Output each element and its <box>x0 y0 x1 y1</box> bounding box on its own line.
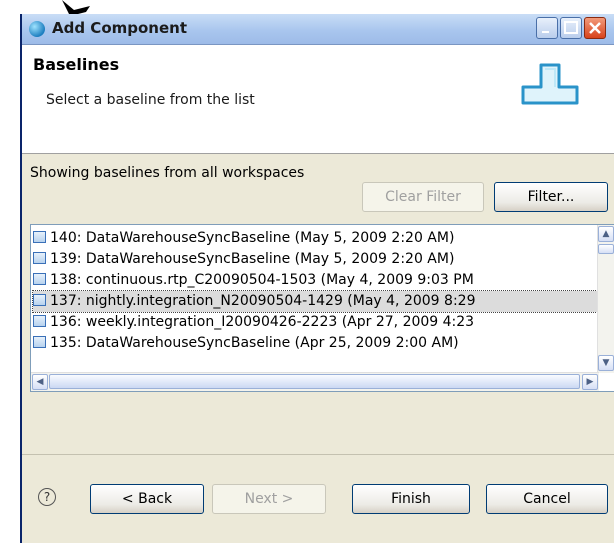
baseline-banner-icon <box>521 63 579 105</box>
vertical-scrollbar[interactable]: ▲ ▼ <box>597 225 614 373</box>
filter-button[interactable]: Filter... <box>494 182 608 212</box>
help-icon[interactable]: ? <box>38 488 56 506</box>
page-title: Baselines <box>33 55 120 74</box>
add-component-dialog: Add Component Baselines Select a baselin… <box>20 14 614 543</box>
clear-filter-button[interactable]: Clear Filter <box>362 182 484 212</box>
baseline-icon <box>33 231 46 243</box>
baseline-list-item[interactable]: 136: weekly.integration_I20090426-2223 (… <box>33 312 613 333</box>
scroll-thumb[interactable] <box>598 244 614 254</box>
filter-label: Filter... <box>527 189 575 205</box>
horizontal-scrollbar[interactable]: ◀ ▶ <box>31 372 599 391</box>
baseline-list-item[interactable]: 138: continuous.rtp_C20090504-1503 (May … <box>33 270 613 291</box>
next-button[interactable]: Next > <box>212 484 326 514</box>
close-icon <box>589 22 601 34</box>
baseline-label: 139: DataWarehouseSyncBaseline (May 5, 2… <box>50 251 455 267</box>
title-bar[interactable]: Add Component <box>22 14 614 45</box>
footer-divider <box>22 454 614 455</box>
baseline-list-item[interactable]: 139: DataWarehouseSyncBaseline (May 5, 2… <box>33 249 613 270</box>
baseline-list-item[interactable]: 137: nightly.integration_N20090504-1429 … <box>32 290 614 313</box>
close-button[interactable] <box>584 17 606 39</box>
next-label: Next > <box>244 491 294 507</box>
baseline-icon <box>33 294 46 306</box>
baseline-list[interactable]: 140: DataWarehouseSyncBaseline (May 5, 2… <box>30 224 614 392</box>
baseline-label: 140: DataWarehouseSyncBaseline (May 5, 2… <box>50 230 455 246</box>
scroll-down-icon[interactable]: ▼ <box>598 355 614 371</box>
scroll-right-icon[interactable]: ▶ <box>582 374 598 390</box>
clear-filter-label: Clear Filter <box>385 189 461 205</box>
baseline-icon <box>33 315 46 327</box>
baseline-label: 135: DataWarehouseSyncBaseline (Apr 25, … <box>50 335 459 351</box>
cancel-button[interactable]: Cancel <box>486 484 608 514</box>
back-label: < Back <box>121 491 173 507</box>
component-icon <box>29 21 45 37</box>
back-button[interactable]: < Back <box>90 484 204 514</box>
wizard-body: Showing baselines from all workspaces Cl… <box>22 154 614 444</box>
baseline-label: 136: weekly.integration_I20090426-2223 (… <box>50 314 475 330</box>
baseline-label: 137: nightly.integration_N20090504-1429 … <box>50 293 476 309</box>
wizard-header: Baselines Select a baseline from the lis… <box>22 45 614 154</box>
finish-label: Finish <box>391 491 431 507</box>
horizontal-scroll-thumb[interactable] <box>49 374 580 389</box>
finish-button[interactable]: Finish <box>352 484 470 514</box>
baseline-icon <box>33 273 46 285</box>
filter-info-text: Showing baselines from all workspaces <box>30 165 305 181</box>
maximize-button[interactable] <box>560 17 582 39</box>
baseline-label: 138: continuous.rtp_C20090504-1503 (May … <box>50 272 474 288</box>
cancel-label: Cancel <box>523 491 571 507</box>
baseline-icon <box>33 252 46 264</box>
baseline-list-item[interactable]: 135: DataWarehouseSyncBaseline (Apr 25, … <box>33 333 613 354</box>
scroll-left-icon[interactable]: ◀ <box>32 374 48 390</box>
window-title: Add Component <box>52 19 187 37</box>
minimize-icon <box>542 31 549 33</box>
page-description: Select a baseline from the list <box>46 92 255 108</box>
baseline-list-item[interactable]: 140: DataWarehouseSyncBaseline (May 5, 2… <box>33 228 613 249</box>
baseline-icon <box>33 336 46 348</box>
scroll-up-icon[interactable]: ▲ <box>598 226 614 242</box>
minimize-button[interactable] <box>536 17 558 39</box>
maximize-icon <box>564 21 578 34</box>
